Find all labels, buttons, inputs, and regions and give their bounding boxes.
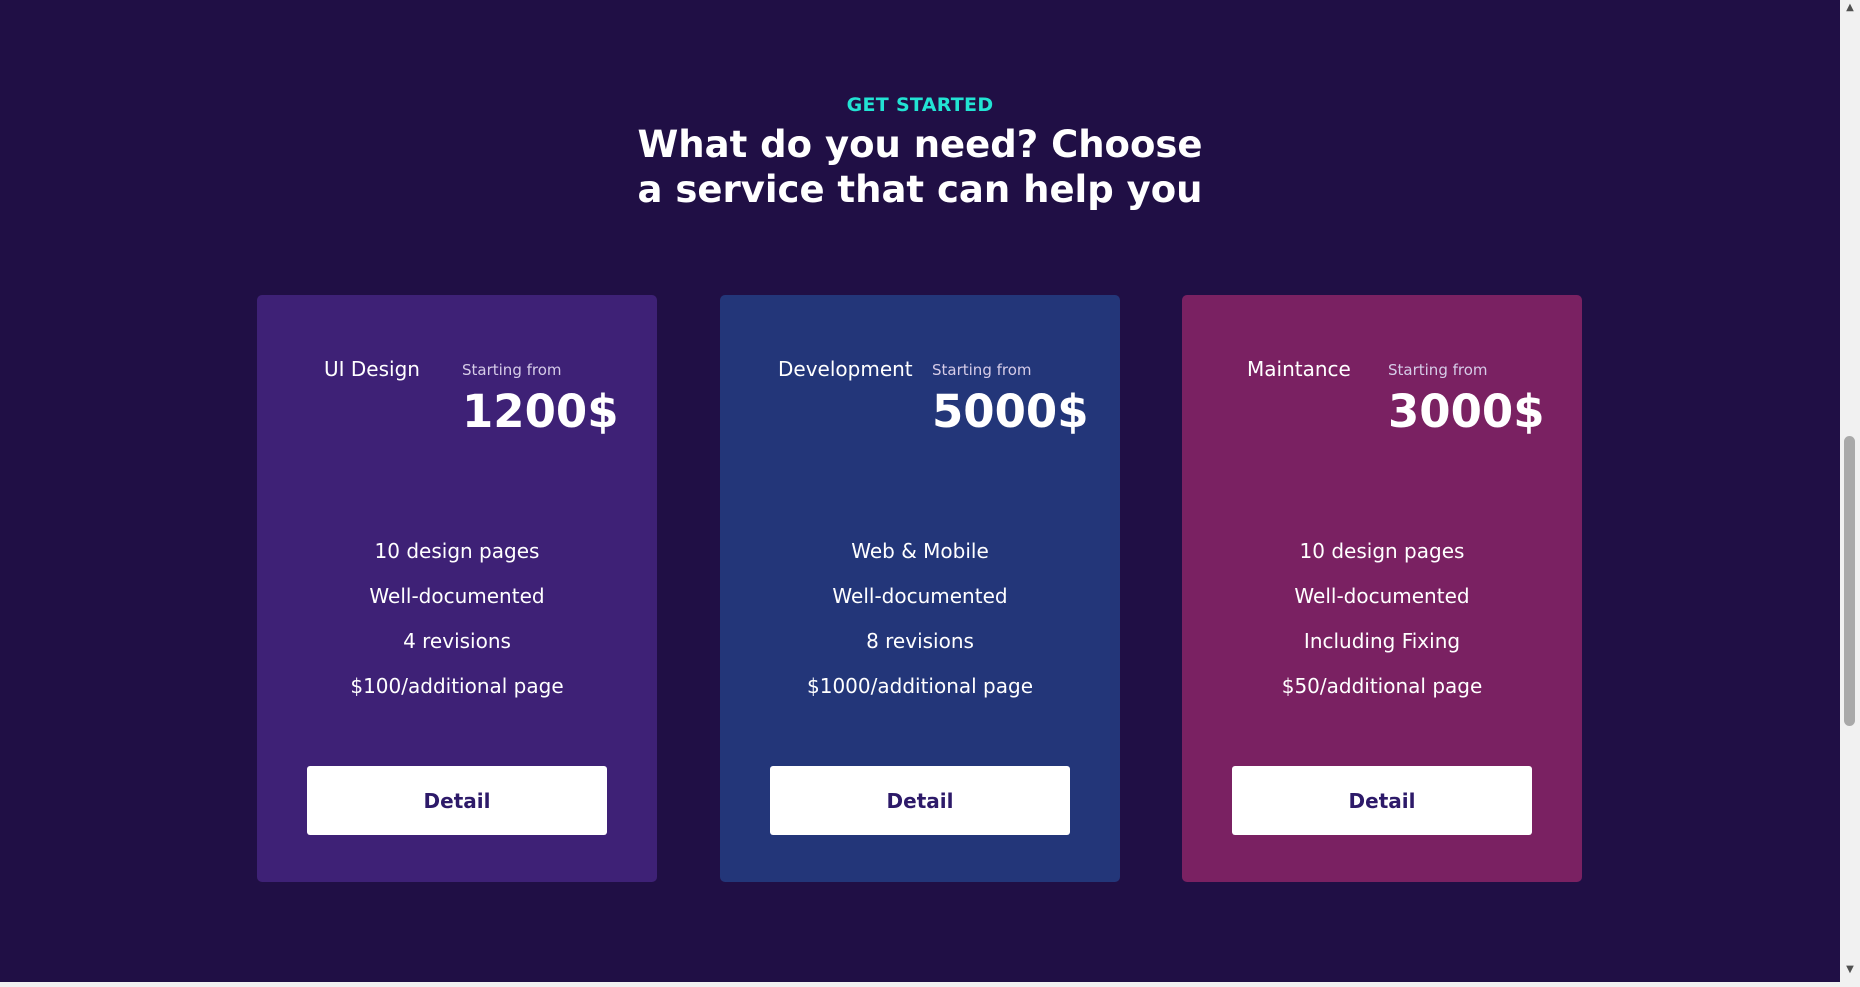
feature-item: Web & Mobile	[851, 539, 989, 563]
horizontal-scrollbar-track	[0, 982, 1840, 987]
section-headline: What do you need? Choose a service that …	[637, 123, 1203, 211]
feature-item: 4 revisions	[403, 629, 511, 653]
pricing-card-development: Development Starting from 5000$ Web & Mo…	[720, 295, 1120, 882]
feature-item: $100/additional page	[350, 674, 564, 698]
feature-list: 10 design pages Well-documented Includin…	[1182, 538, 1582, 718]
card-title: UI Design	[324, 357, 420, 381]
detail-button[interactable]: Detail	[1232, 766, 1532, 835]
feature-list: 10 design pages Well-documented 4 revisi…	[257, 538, 657, 718]
feature-item: Well-documented	[369, 584, 545, 608]
starting-from-label: Starting from	[462, 361, 562, 379]
detail-button[interactable]: Detail	[307, 766, 607, 835]
card-title: Maintance	[1247, 357, 1351, 381]
card-title: Development	[778, 357, 913, 381]
card-price: 3000$	[1388, 385, 1545, 438]
pricing-card-ui-design: UI Design Starting from 1200$ 10 design …	[257, 295, 657, 882]
arrow-up-icon[interactable]: ▲	[1840, 0, 1860, 16]
section-eyebrow: GET STARTED	[846, 94, 994, 116]
feature-item: 10 design pages	[1299, 539, 1465, 563]
arrow-down-icon[interactable]: ▼	[1840, 962, 1860, 978]
scrollbar-thumb[interactable]	[1844, 436, 1855, 726]
feature-item: Well-documented	[1294, 584, 1470, 608]
feature-item: $50/additional page	[1281, 674, 1483, 698]
feature-list: Web & Mobile Well-documented 8 revisions…	[720, 538, 1120, 718]
feature-item: Including Fixing	[1303, 629, 1461, 653]
feature-item: 10 design pages	[374, 539, 540, 563]
feature-item: 8 revisions	[866, 629, 974, 653]
card-price: 5000$	[932, 385, 1089, 438]
starting-from-label: Starting from	[1388, 361, 1488, 379]
page: GET STARTED What do you need? Choose a s…	[0, 0, 1840, 982]
pricing-card-maintance: Maintance Starting from 3000$ 10 design …	[1182, 295, 1582, 882]
starting-from-label: Starting from	[932, 361, 1032, 379]
detail-button[interactable]: Detail	[770, 766, 1070, 835]
feature-item: Well-documented	[832, 584, 1008, 608]
card-price: 1200$	[462, 385, 619, 438]
vertical-scrollbar[interactable]: ▲ ▼	[1840, 0, 1860, 987]
feature-item: $1000/additional page	[807, 674, 1033, 698]
